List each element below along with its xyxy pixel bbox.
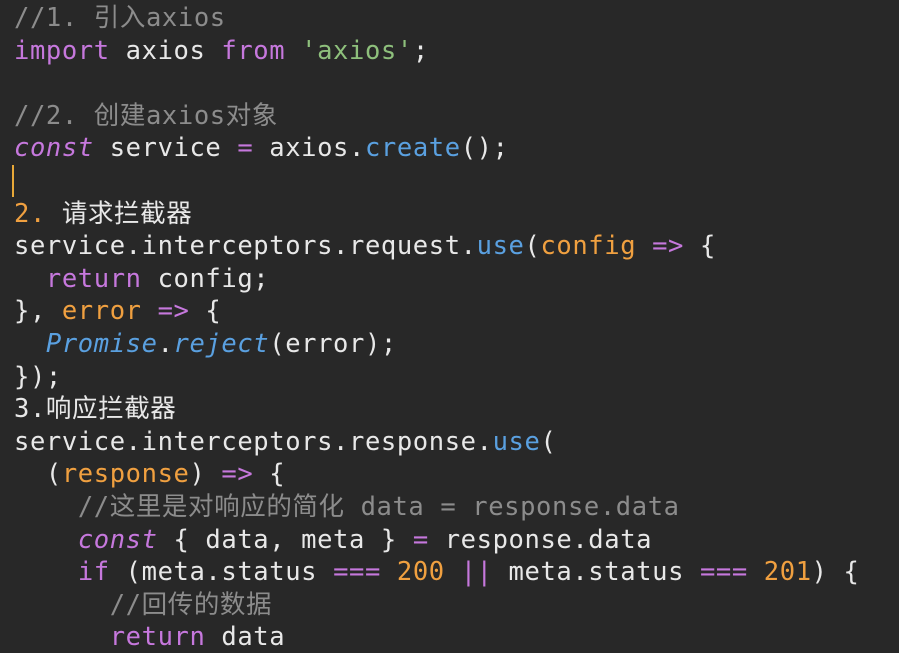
code-token: (); — [460, 133, 509, 164]
code-token: (meta.status — [109, 557, 334, 588]
code-token: ) { — [811, 557, 860, 588]
code-token: //1. 引入axios — [14, 3, 226, 33]
code-token: === — [333, 557, 381, 588]
text-cursor — [12, 165, 14, 197]
code-token: //2. 创建axios对象 — [14, 100, 278, 131]
code-token: ) — [189, 459, 222, 490]
code-token: //回传的数据 — [109, 589, 273, 620]
code-line[interactable]: service.interceptors.request.use(config … — [14, 230, 716, 262]
code-line[interactable]: (response) => { — [14, 458, 285, 490]
code-token: = — [237, 133, 254, 164]
code-token: service.interceptors.request. — [14, 231, 477, 262]
code-token: }); — [14, 361, 62, 392]
code-token: reject — [173, 329, 270, 359]
code-token: axios — [109, 35, 222, 66]
code-token: //这里是对响应的简化 data = response.data — [77, 492, 680, 522]
code-token: . — [157, 329, 174, 359]
code-line[interactable]: 2. 请求拦截器 — [14, 198, 192, 230]
code-token: 201 — [763, 557, 812, 588]
code-token: service — [93, 133, 238, 164]
code-line[interactable]: if (meta.status === 200 || meta.status =… — [14, 556, 860, 588]
code-token: ( — [540, 426, 557, 457]
code-line[interactable]: 3.响应拦截器 — [14, 393, 176, 425]
code-token: if — [77, 557, 110, 588]
code-token: { — [253, 459, 286, 490]
code-token: data — [205, 622, 286, 653]
code-token: response — [61, 459, 190, 490]
code-token: config; — [141, 263, 270, 294]
code-token: }, — [14, 296, 62, 327]
code-token: use — [476, 231, 525, 262]
code-line[interactable]: //2. 创建axios对象 — [14, 100, 278, 132]
code-token: || — [460, 557, 493, 588]
code-token: meta.status — [492, 557, 700, 588]
code-token: Promise — [45, 329, 158, 359]
code-token: { — [189, 296, 222, 327]
code-line[interactable]: //1. 引入axios — [14, 2, 226, 34]
code-token: config — [540, 231, 637, 262]
code-token: 'axios' — [301, 35, 413, 66]
code-line[interactable]: return data — [14, 621, 285, 653]
code-token: 2. — [14, 198, 46, 229]
code-token: ( — [14, 459, 62, 490]
code-token: return — [45, 263, 142, 294]
code-line[interactable]: const service = axios.create(); — [14, 132, 509, 164]
code-line[interactable]: }); — [14, 361, 62, 393]
code-line[interactable]: return config; — [14, 263, 269, 295]
code-token: ( — [524, 231, 541, 262]
code-line[interactable]: service.interceptors.response.use( — [14, 426, 556, 458]
code-token: use — [492, 426, 541, 457]
code-token: { — [684, 231, 716, 262]
code-token: 请求拦截器 — [45, 198, 193, 229]
code-line[interactable]: import axios from 'axios'; — [14, 35, 429, 67]
code-token: => — [157, 296, 190, 327]
code-line[interactable]: const { data, meta } = response.data — [14, 524, 652, 556]
code-token: error — [61, 296, 142, 327]
code-token: => — [652, 231, 685, 262]
code-token: const — [77, 524, 158, 555]
code-token: 3.响应拦截器 — [14, 394, 177, 425]
code-line[interactable]: //这里是对响应的简化 data = response.data — [14, 491, 680, 523]
code-token: create — [364, 133, 461, 164]
code-token: { data, meta } — [157, 524, 413, 555]
code-token: from — [221, 35, 286, 66]
code-token: response.data — [428, 524, 653, 555]
code-token: const — [14, 133, 94, 164]
code-token: return — [109, 622, 206, 653]
code-editor[interactable]: //1. 引入axios import axios from 'axios'; //… — [0, 0, 899, 653]
code-token: axios. — [253, 133, 365, 164]
code-token: = — [412, 524, 429, 555]
code-token: service.interceptors.response. — [14, 426, 493, 457]
code-token: (error); — [269, 329, 397, 359]
code-token: ; — [412, 35, 429, 66]
code-line[interactable]: }, error => { — [14, 295, 221, 327]
code-token: import — [14, 35, 110, 66]
code-token: === — [699, 557, 748, 588]
code-line[interactable]: //回传的数据 — [14, 589, 272, 621]
code-token: => — [221, 459, 254, 490]
code-token: 200 — [396, 557, 445, 588]
code-line[interactable]: Promise.reject(error); — [14, 328, 397, 360]
